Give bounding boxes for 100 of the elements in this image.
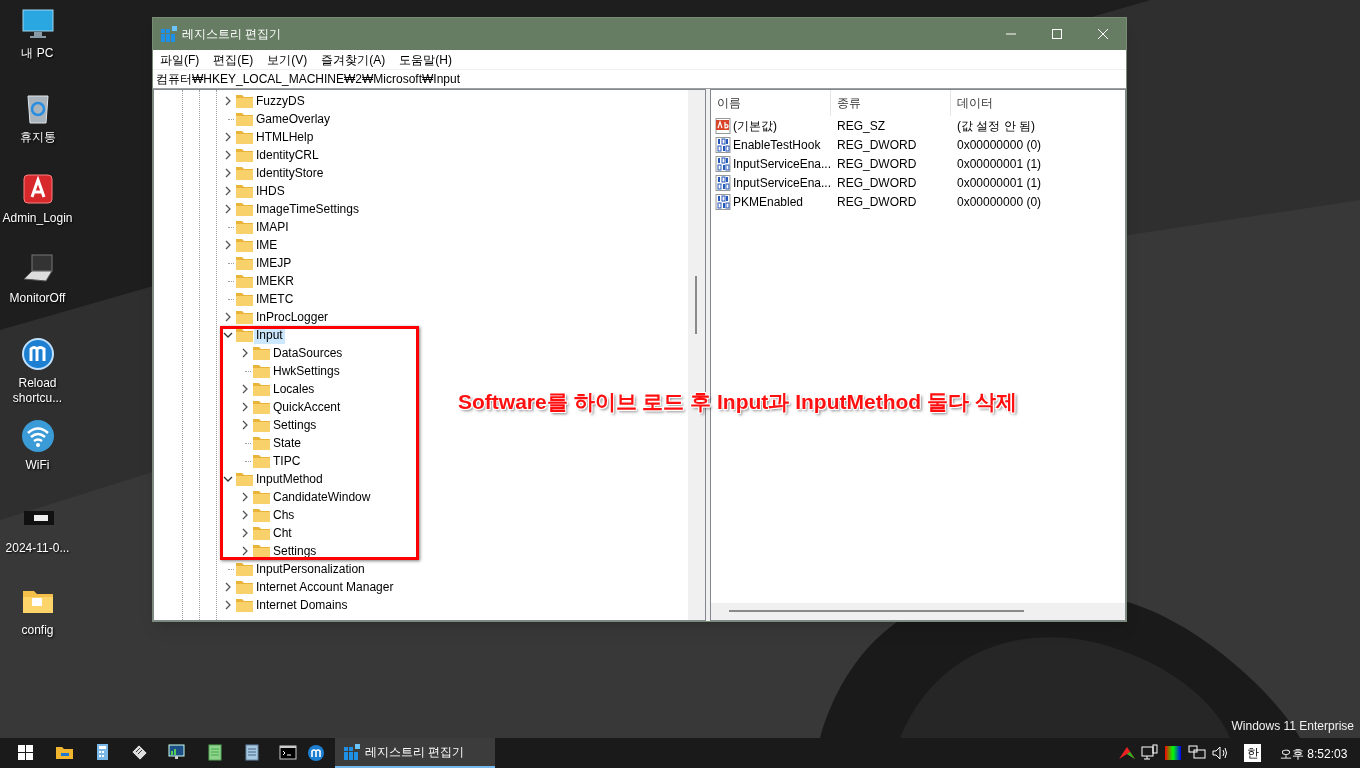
desktop-icon-label[interactable]: MonitorOff bbox=[0, 291, 75, 306]
start-icon bbox=[17, 744, 35, 762]
tree-item[interactable]: Cht bbox=[271, 524, 294, 542]
ime-indicator[interactable]: 한 bbox=[1244, 744, 1261, 762]
folder-icon bbox=[236, 580, 253, 594]
menu-item[interactable]: 편집(E) bbox=[208, 50, 259, 69]
value-name[interactable]: InputServiceEna... bbox=[732, 154, 831, 173]
tree-item[interactable]: IdentityCRL bbox=[254, 146, 321, 164]
value-name[interactable]: PKMEnabled bbox=[733, 192, 804, 211]
horizontal-scrollbar[interactable] bbox=[711, 603, 1125, 620]
tree-item[interactable]: InputMethod bbox=[254, 470, 325, 488]
tree-item[interactable]: TIPC bbox=[271, 452, 303, 470]
tree-item[interactable]: State bbox=[271, 434, 304, 452]
menu-item[interactable]: 파일(F) bbox=[155, 50, 205, 69]
desktop-icon-label[interactable]: config bbox=[0, 623, 75, 638]
desktop-icon-label[interactable]: Admin_Login bbox=[0, 211, 75, 226]
folder-icon bbox=[236, 472, 253, 486]
menu-item[interactable]: 즐겨찾기(A) bbox=[316, 50, 391, 69]
folder-icon bbox=[236, 274, 253, 288]
folder-icon bbox=[253, 346, 270, 360]
edition-watermark: Windows 11 Enterprise bbox=[1231, 718, 1354, 735]
tree-item[interactable]: HwkSettings bbox=[271, 362, 342, 380]
terminal-icon bbox=[279, 744, 297, 762]
tree-item[interactable]: DataSources bbox=[271, 344, 345, 362]
value-name[interactable]: EnableTestHook bbox=[733, 135, 821, 154]
tree-item[interactable]: CandidateWindow bbox=[271, 488, 373, 506]
tree-item[interactable]: ImageTimeSettings bbox=[254, 200, 361, 218]
circle-logo-icon bbox=[307, 744, 325, 762]
computer-network-icon bbox=[1141, 744, 1159, 762]
tree-item[interactable]: Chs bbox=[271, 506, 297, 524]
tree-item[interactable]: GameOverlay bbox=[254, 110, 333, 128]
menu-item[interactable]: 보기(V) bbox=[262, 50, 313, 69]
folder-icon bbox=[236, 238, 253, 252]
circle-logo-icon[interactable] bbox=[19, 336, 56, 372]
tree-item[interactable]: IMEKR bbox=[254, 272, 296, 290]
tray-icon-button[interactable] bbox=[1210, 744, 1230, 762]
tree-item[interactable]: Internet Account Manager bbox=[254, 578, 396, 596]
desktop-icon-label[interactable]: 휴지통 bbox=[0, 130, 75, 145]
tree-item[interactable]: QuickAccent bbox=[271, 398, 343, 416]
folder-icon bbox=[236, 256, 253, 270]
tree-item[interactable]: IMAPI bbox=[254, 218, 291, 236]
maximize-icon bbox=[1052, 29, 1062, 39]
value-data: (값 설정 안 됨) bbox=[957, 118, 1035, 133]
tree-item[interactable]: IHDS bbox=[254, 182, 287, 200]
window-title: 레지스트리 편집기 bbox=[182, 26, 282, 43]
folder-icon bbox=[253, 490, 270, 504]
color-spectrum-icon bbox=[1164, 744, 1182, 762]
column-header[interactable]: 종류 bbox=[831, 90, 951, 116]
annotation-text: Software를 하이브 로드 후 Input과 InputMethod 둘다 삭제 bbox=[458, 389, 1017, 415]
folder-icon bbox=[236, 562, 253, 576]
column-header[interactable]: 이름 bbox=[711, 90, 831, 116]
desktop-icon-label[interactable]: 내 PC bbox=[0, 46, 75, 61]
tree-item[interactable]: InputPersonalization bbox=[254, 560, 367, 578]
diamond-tool-icon bbox=[131, 744, 149, 762]
desktop-icon-label[interactable]: WiFi bbox=[0, 458, 75, 473]
tree-item[interactable]: InProcLogger bbox=[254, 308, 331, 326]
tree-item[interactable]: FuzzyDS bbox=[254, 92, 307, 110]
close-icon bbox=[1098, 29, 1108, 39]
tray-icon-button[interactable] bbox=[1140, 744, 1160, 762]
tree-item[interactable]: HTMLHelp bbox=[254, 128, 316, 146]
wifi-icon[interactable] bbox=[19, 418, 56, 454]
registry-grid-icon bbox=[344, 744, 360, 760]
tree-item[interactable]: IMEJP bbox=[254, 254, 294, 272]
taskbar-task-button[interactable]: 레지스트리 편집기 bbox=[335, 738, 495, 768]
volume-icon bbox=[1211, 744, 1229, 762]
value-data: 0x00000000 (0) bbox=[957, 137, 1042, 152]
tree-item[interactable]: Locales bbox=[271, 380, 317, 398]
folder-icon bbox=[253, 400, 270, 414]
folder-icon bbox=[236, 598, 253, 612]
folder-icon bbox=[56, 744, 74, 762]
column-header[interactable]: 데이터 bbox=[951, 90, 1101, 116]
value-type: REG_DWORD bbox=[837, 175, 917, 190]
clock[interactable]: 오후 8:52:03 bbox=[1280, 745, 1348, 763]
tree-item[interactable]: IME bbox=[254, 236, 280, 254]
scrollbar-thumb[interactable] bbox=[695, 276, 697, 334]
tree-item[interactable]: Settings bbox=[271, 542, 319, 560]
value-name[interactable]: InputServiceEna... bbox=[732, 173, 831, 192]
address-path: 컴퓨터₩HKEY_LOCAL_MACHINE₩2₩Microsoft₩Input bbox=[156, 71, 461, 88]
scrollbar-thumb[interactable] bbox=[729, 610, 1024, 612]
folder-icon bbox=[253, 418, 270, 432]
address-bar[interactable]: 컴퓨터₩HKEY_LOCAL_MACHINE₩2₩Microsoft₩Input bbox=[153, 69, 1126, 89]
desktop-icon-label[interactable]: Reload shortcu... bbox=[0, 376, 75, 406]
folder-icon bbox=[253, 382, 270, 396]
tray-icon-button[interactable] bbox=[1163, 744, 1183, 762]
menu-item[interactable]: 도움말(H) bbox=[394, 50, 457, 69]
binary-value-icon bbox=[715, 136, 731, 153]
notepad-icon bbox=[206, 744, 224, 762]
folder-icon bbox=[236, 130, 253, 144]
folder-icon bbox=[236, 292, 253, 306]
tree-item[interactable]: IdentityStore bbox=[254, 164, 326, 182]
desktop-icon-label[interactable]: 2024-11-0... bbox=[0, 541, 75, 556]
tree-item[interactable]: Internet Domains bbox=[254, 596, 350, 614]
tree-item[interactable]: Settings bbox=[271, 416, 319, 434]
folder-icon bbox=[236, 202, 253, 216]
binary-value-icon bbox=[715, 155, 731, 172]
tray-icon-button[interactable] bbox=[1187, 744, 1207, 762]
tree-item[interactable]: IMETC bbox=[254, 290, 296, 308]
value-name[interactable]: (기본값) bbox=[733, 116, 777, 135]
folder-icon bbox=[236, 166, 253, 180]
folder-icon bbox=[236, 148, 253, 162]
